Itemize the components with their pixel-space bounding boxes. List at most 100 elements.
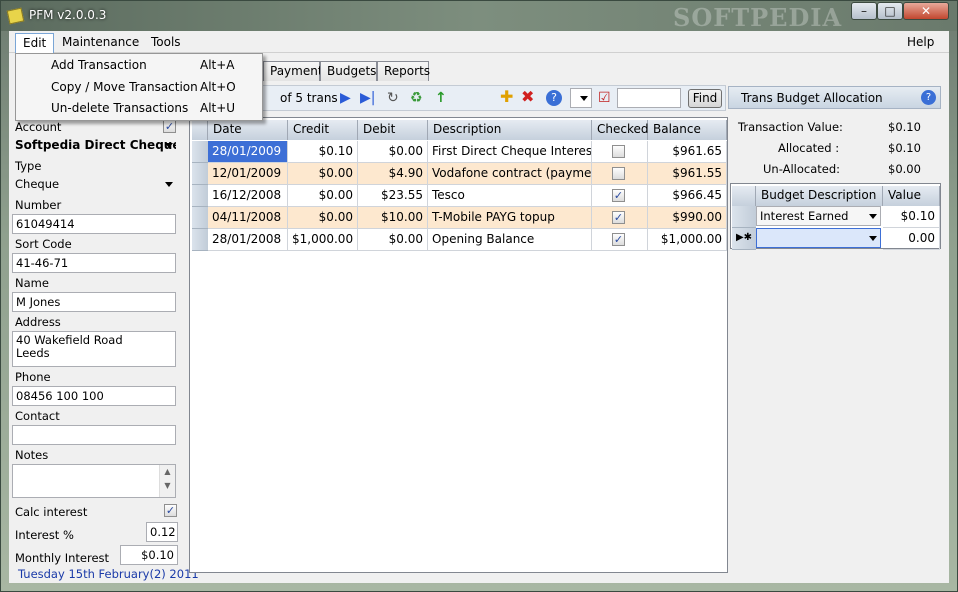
cell-checked[interactable] [592,163,648,185]
cell-date[interactable]: 16/12/2008 [208,185,288,207]
row-header[interactable] [192,185,208,207]
checked-checkbox[interactable]: ✓ [612,211,625,224]
number-label: Number [15,198,62,212]
next-record-icon[interactable]: ▶ [340,90,351,106]
transaction-count: of 5 trans [280,91,338,105]
cell-balance[interactable]: $961.65 [648,141,727,163]
cell-debit[interactable]: $0.00 [358,141,428,163]
cell-checked[interactable] [592,141,648,163]
last-record-icon[interactable]: ▶| [360,90,375,106]
menu-undelete-transactions[interactable]: Un-delete Transactions Alt+U [17,98,261,119]
menu-copy-move-transaction[interactable]: Copy / Move Transaction Alt+O [17,77,261,98]
header-value[interactable]: Value [883,186,940,206]
header-budget-description[interactable]: Budget Description [756,186,883,206]
notes-scrollbar[interactable]: ▲ ▼ [159,465,175,497]
address-field[interactable]: 40 Wakefield Road Leeds [12,331,176,367]
cell-desc[interactable]: Tesco [428,185,592,207]
header-description[interactable]: Description [428,120,592,140]
search-input[interactable] [617,88,681,108]
account-select[interactable]: Softpedia Direct Cheque [12,136,176,156]
cell-date[interactable]: 04/11/2008 [208,207,288,229]
cell-date[interactable]: 28/01/2008 [208,229,288,251]
row-header[interactable] [192,229,208,251]
contact-field[interactable] [12,425,176,445]
checked-checkbox[interactable]: ✓ [612,189,625,202]
search-filter-select[interactable] [570,88,592,108]
close-button[interactable]: ✕ [903,2,949,20]
add-icon[interactable]: ✚ [500,89,513,105]
header-date[interactable]: Date [208,120,288,140]
phone-field[interactable]: 08456 100 100 [12,386,176,406]
help-icon[interactable]: ? [546,90,562,106]
delete-icon[interactable]: ✖ [521,89,534,105]
menu-maintenance[interactable]: Maintenance [55,33,146,52]
recycle-icon[interactable]: ♻ [410,90,423,106]
budget-value[interactable]: $0.10 [883,206,940,228]
new-row-header[interactable]: ▶✱ [732,228,756,250]
cell-checked[interactable]: ✓ [592,185,648,207]
budget-value-new[interactable]: 0.00 [883,228,940,250]
cell-credit[interactable]: $0.00 [288,185,358,207]
row-header[interactable] [192,141,208,163]
menu-edit[interactable]: Edit [15,33,55,53]
name-field[interactable]: M Jones [12,292,176,312]
cell-desc[interactable]: Vodafone contract (payment) [428,163,592,185]
budget-select-new[interactable] [756,228,881,248]
header-balance[interactable]: Balance [648,120,727,140]
find-button[interactable]: Find [688,89,722,108]
row-header[interactable] [192,207,208,229]
account-checkbox[interactable]: ✓ [163,120,176,133]
monthly-interest-field[interactable]: $0.10 [120,545,178,565]
cell-debit[interactable]: $23.55 [358,185,428,207]
cell-checked[interactable]: ✓ [592,207,648,229]
help-icon[interactable]: ? [921,90,936,105]
tab-payments[interactable]: Payments [263,61,329,81]
budget-select[interactable]: Interest Earned [756,206,881,226]
minimize-button[interactable]: – [851,2,877,20]
header-checked[interactable]: Checked [592,120,649,140]
cell-balance[interactable]: $961.55 [648,163,727,185]
cell-credit[interactable]: $0.00 [288,207,358,229]
menu-add-transaction[interactable]: Add Transaction Alt+A [17,55,261,76]
account-label: Account [15,120,62,134]
cell-desc[interactable]: First Direct Cheque Interest (pa... [428,141,592,163]
cell-credit[interactable]: $1,000.00 [288,229,358,251]
sort-code-field[interactable]: 41-46-71 [12,253,176,273]
type-select[interactable]: Cheque [12,175,176,195]
cell-balance[interactable]: $966.45 [648,185,727,207]
maximize-button[interactable]: □ [877,2,903,20]
cell-credit[interactable]: $0.00 [288,163,358,185]
allocation-title: Trans Budget Allocation [741,91,883,105]
unchecked-checkbox[interactable] [612,167,625,180]
cell-desc[interactable]: T-Mobile PAYG topup [428,207,592,229]
cell-balance[interactable]: $1,000.00 [648,229,727,251]
cell-credit[interactable]: $0.10 [288,141,358,163]
sort-up-icon[interactable]: ↑ [435,90,447,106]
grid-corner [732,186,756,206]
calc-interest-checkbox[interactable]: ✓ [164,504,177,517]
header-credit[interactable]: Credit [288,120,358,140]
tab-budgets[interactable]: Budgets [320,61,377,81]
cell-debit[interactable]: $10.00 [358,207,428,229]
checked-checkbox[interactable]: ✓ [612,233,625,246]
tab-reports[interactable]: Reports [377,61,430,81]
title-bar[interactable]: PFM v2.0.0.3 SOFTPEDIA – □ ✕ [1,1,957,32]
number-field[interactable]: 61049414 [12,214,176,234]
row-header[interactable] [732,206,756,228]
cell-date[interactable]: 28/01/2009 [208,141,288,163]
cell-checked[interactable]: ✓ [592,229,648,251]
notes-field[interactable] [12,464,176,498]
cell-date[interactable]: 12/01/2009 [208,163,288,185]
cell-balance[interactable]: $990.00 [648,207,727,229]
unchecked-checkbox[interactable] [612,145,625,158]
cell-desc[interactable]: Opening Balance [428,229,592,251]
cell-debit[interactable]: $0.00 [358,229,428,251]
refresh-icon[interactable]: ↻ [387,90,399,106]
interest-field[interactable]: 0.12 [146,522,178,542]
cell-debit[interactable]: $4.90 [358,163,428,185]
row-header[interactable] [192,163,208,185]
checklist-icon[interactable]: ☑ [598,90,611,106]
header-debit[interactable]: Debit [358,120,428,140]
menu-tools[interactable]: Tools [144,33,188,52]
menu-help[interactable]: Help [900,33,941,52]
